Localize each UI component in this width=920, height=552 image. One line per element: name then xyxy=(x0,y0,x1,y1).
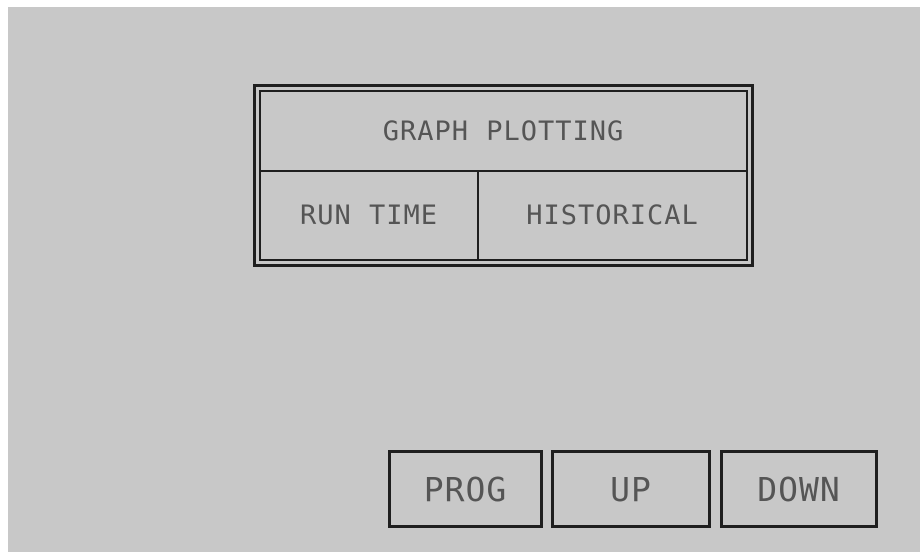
prog-button-label: PROG xyxy=(423,469,508,509)
historical-label: HISTORICAL xyxy=(526,200,699,231)
up-button[interactable]: UP xyxy=(551,450,711,528)
up-button-label: UP xyxy=(610,469,652,509)
menu-options-row: RUN TIME HISTORICAL xyxy=(261,172,746,259)
historical-option[interactable]: HISTORICAL xyxy=(479,172,746,259)
prog-button[interactable]: PROG xyxy=(388,450,543,528)
graph-plotting-menu: GRAPH PLOTTING RUN TIME HISTORICAL xyxy=(253,84,754,267)
menu-title-cell: GRAPH PLOTTING xyxy=(261,92,746,172)
down-button-label: DOWN xyxy=(757,469,841,509)
down-button[interactable]: DOWN xyxy=(720,450,878,528)
graph-plotting-menu-frame: GRAPH PLOTTING RUN TIME HISTORICAL xyxy=(259,90,748,261)
run-time-label: RUN TIME xyxy=(299,200,439,231)
menu-title: GRAPH PLOTTING xyxy=(382,115,625,147)
run-time-option[interactable]: RUN TIME xyxy=(261,172,479,259)
hmi-screen: GRAPH PLOTTING RUN TIME HISTORICAL PROG … xyxy=(8,7,920,552)
